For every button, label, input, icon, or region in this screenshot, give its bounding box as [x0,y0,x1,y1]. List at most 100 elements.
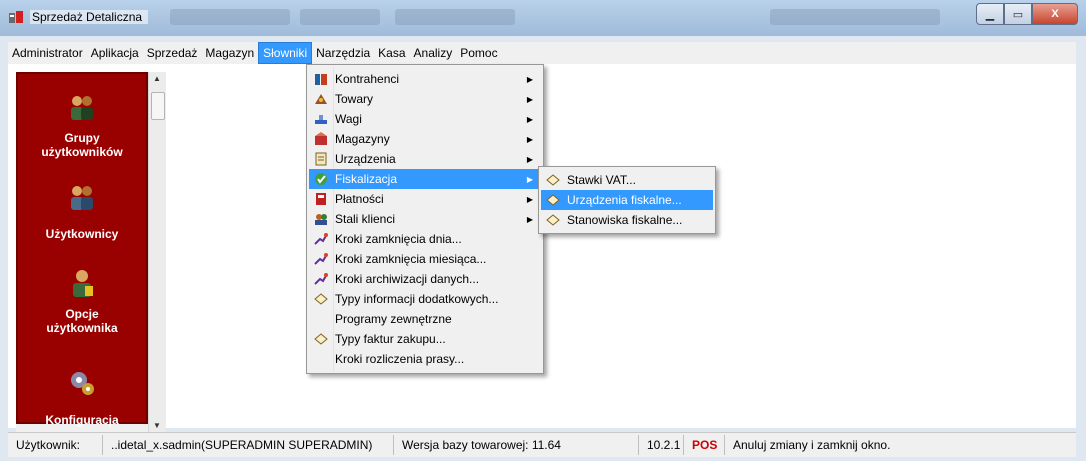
maximize-button[interactable]: ▭ [1004,3,1032,25]
scroll-down-icon[interactable]: ▼ [153,421,161,430]
submenu-arrow-icon: ▶ [526,154,533,164]
menu-item-kroki-zamkniecia-dnia[interactable]: Kroki zamknięcia dnia... [309,229,541,249]
menu-item-label: Płatności [335,192,384,206]
diamond-icon [545,172,561,188]
menu-item-label: Stanowiska fiskalne... [567,213,683,227]
title-bar[interactable]: Sprzedaż Detaliczna ▁ ▭ X [0,0,1086,36]
menu-item-fiskalizacja[interactable]: Fiskalizacja ▶ [309,169,541,189]
menu-aplikacja[interactable]: Aplikacja [87,43,143,63]
menu-analizy[interactable]: Analizy [410,43,457,63]
maximize-icon: ▭ [1012,8,1024,21]
menu-item-platnosci[interactable]: Płatności ▶ [309,189,541,209]
menu-item-label: Wagi [335,112,362,126]
submenu-arrow-icon: ▶ [526,194,533,204]
menu-pomoc[interactable]: Pomoc [456,43,501,63]
menu-item-label: Kroki archiwizacji danych... [335,272,480,286]
menu-item-urzadzenia[interactable]: Urządzenia ▶ [309,149,541,169]
menu-item-stali-klienci[interactable]: Stali klienci ▶ [309,209,541,229]
users-group-icon [71,96,93,120]
sidebar-item-grupy-uzytkownikow[interactable]: Grupy użytkowników [18,92,146,159]
sidebar-scrollbar[interactable]: ▲ ▼ [148,72,166,432]
menu-magazyn[interactable]: Magazyn [201,43,258,63]
background-blur [395,9,515,25]
payments-icon [313,191,329,207]
menu-kasa[interactable]: Kasa [374,43,409,63]
menu-item-label: Urządzenia [335,152,396,166]
application-window: Sprzedaż Detaliczna ▁ ▭ X Administrator … [0,0,1086,461]
background-blur [770,9,940,25]
close-button[interactable]: X [1032,3,1078,25]
status-app-version: 10.2.1 [639,435,684,455]
menu-item-typy-informacji[interactable]: Typy informacji dodatkowych... [309,289,541,309]
scale-icon [313,111,329,127]
menu-item-label: Stali klienci [335,212,396,226]
sidebar-label-line1: Użytkownicy [45,227,119,241]
menu-item-label: Programy zewnętrzne [335,312,452,326]
sidebar-label-line2: użytkowników [41,145,123,159]
sidebar-label-line1: Opcje [65,307,99,321]
background-blur [300,9,380,25]
minimize-button[interactable]: ▁ [976,3,1004,25]
submenu-item-stawki-vat[interactable]: Stawki VAT... [541,170,713,190]
sidebar-label-line1: Grupy [64,131,100,145]
menu-item-label: Fiskalizacja [335,172,398,186]
configuration-icon [71,372,94,395]
steps-icon [313,271,329,287]
sidebar-panel: Grupy użytkowników Użytkownicy Opcje uży… [16,72,148,427]
menu-item-programy-zewnetrzne[interactable]: Programy zewnętrzne [309,309,541,329]
submenu-item-urzadzenia-fiskalne[interactable]: Urządzenia fiskalne... [541,190,713,210]
diamond-icon [313,291,329,307]
caption-buttons: ▁ ▭ X [976,3,1078,25]
sidebar-label-line1: Konfiguracja [45,413,119,427]
menu-item-kroki-archiwizacji[interactable]: Kroki archiwizacji danych... [309,269,541,289]
sidebar-item-uzytkownicy[interactable]: Użytkownicy [18,182,146,241]
submenu-arrow-icon: ▶ [526,114,533,124]
menu-administrator[interactable]: Administrator [8,43,87,63]
goods-icon [313,91,329,107]
contractors-icon [313,71,329,87]
menu-item-kontrahenci[interactable]: Kontrahenci ▶ [309,69,541,89]
submenu-arrow-icon: ▶ [526,134,533,144]
menu-item-kroki-rozliczenia-prasy[interactable]: Kroki rozliczenia prasy... [309,349,541,369]
sidebar: Grupy użytkowników Użytkownicy Opcje uży… [16,72,166,432]
submenu-item-stanowiska-fiskalne[interactable]: Stanowiska fiskalne... [541,210,713,230]
status-bar: Użytkownik: ..idetal_x.sadmin(SUPERADMIN… [8,432,1076,457]
menu-slowniki[interactable]: Słowniki [258,42,313,64]
diamond-icon [545,192,561,208]
menu-item-label: Typy informacji dodatkowych... [335,292,499,306]
scroll-up-icon[interactable]: ▲ [153,74,161,83]
menu-item-label: Kroki zamknięcia dnia... [335,232,462,246]
fiscal-icon [313,171,329,187]
users-icon [71,186,93,210]
steps-icon [313,251,329,267]
fiskalizacja-submenu: Stawki VAT... Urządzenia fiskalne... Sta… [538,166,716,234]
menu-item-wagi[interactable]: Wagi ▶ [309,109,541,129]
menu-item-towary[interactable]: Towary ▶ [309,89,541,109]
menu-item-label: Typy faktur zakupu... [335,332,446,346]
steps-icon [313,231,329,247]
diamond-icon [545,212,561,228]
minimize-icon: ▁ [985,8,995,21]
menu-narzedzia[interactable]: Narzędzia [312,43,374,63]
menu-item-label: Towary [335,92,374,106]
status-mode-badge: POS [684,435,725,455]
submenu-arrow-icon: ▶ [526,214,533,224]
menu-item-typy-faktur[interactable]: Typy faktur zakupu... [309,329,541,349]
sidebar-item-konfiguracja[interactable]: Konfiguracja [18,368,146,427]
status-user-label: Użytkownik: [8,435,103,455]
sidebar-item-opcje-uzytkownika[interactable]: Opcje użytkownika [18,268,146,335]
devices-icon [313,151,329,167]
menu-item-label: Stawki VAT... [567,173,636,187]
menu-item-label: Urządzenia fiskalne... [567,193,682,207]
submenu-arrow-icon: ▶ [526,174,533,184]
submenu-arrow-icon: ▶ [526,94,533,104]
user-options-icon [73,270,93,297]
status-db-version: Wersja bazy towarowej: 11.64 [394,435,639,455]
menu-item-kroki-zamkniecia-miesiaca[interactable]: Kroki zamknięcia miesiąca... [309,249,541,269]
scrollbar-thumb[interactable] [151,92,165,120]
regular-clients-icon [313,211,329,227]
menu-sprzedaz[interactable]: Sprzedaż [143,43,202,63]
status-hint: Anuluj zmiany i zamknij okno. [733,438,891,452]
diamond-icon [313,331,329,347]
menu-item-magazyny[interactable]: Magazyny ▶ [309,129,541,149]
